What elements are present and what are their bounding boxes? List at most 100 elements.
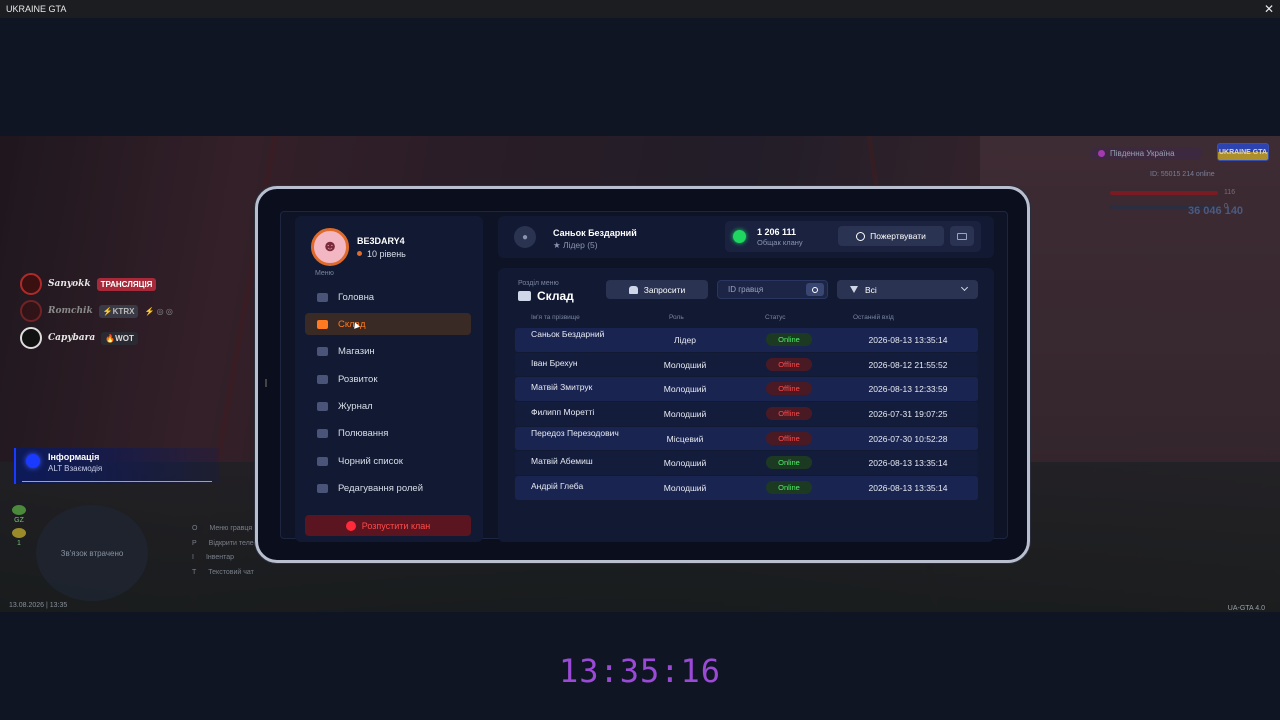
chevron-down-icon (960, 283, 969, 292)
health-row: 116 (1110, 189, 1235, 203)
table-row[interactable]: Матвій Змитрук Молодший Offline 2026-08-… (515, 377, 978, 401)
section-title: Склад (518, 289, 574, 303)
member-role: Молодший (663, 458, 707, 469)
menu-caption: Меню (315, 270, 334, 277)
sidebar-item-development[interactable]: Розвиток (305, 368, 471, 390)
sidebar-item-shop[interactable]: Магазин (305, 341, 471, 363)
user-edit-icon (317, 484, 328, 494)
sidebar-item-label: Редагування ролей (338, 483, 424, 495)
key-action: Меню гравця (209, 525, 253, 532)
avatar (20, 327, 42, 349)
profile-name: BE3DARY4 (357, 235, 405, 246)
gz-icon (12, 505, 26, 515)
window-titlebar: UKRAINE GTA ✕ (0, 0, 1280, 18)
table-row[interactable]: Андрій Глеба Молодший Online 2026-08-13 … (515, 476, 978, 500)
table-row[interactable]: Филипп Моретті Молодший Offline 2026-07-… (515, 402, 978, 426)
status-badge: Offline (766, 407, 812, 421)
table-row[interactable]: Саньок Бездарний Лідер Online 2026-08-13… (515, 328, 978, 352)
profile: ☻ BE3DARY4 10 рівень (311, 228, 406, 266)
minimap: Зв'язок втрачено (36, 505, 148, 601)
voice-name: Sanyokk (48, 279, 91, 289)
section-caption: Розділ меню (518, 280, 559, 287)
sidebar-item-hunting[interactable]: Полювання (305, 423, 471, 445)
avatar: ☻ (311, 228, 349, 266)
member-role: Місцевий (666, 433, 704, 444)
sidebar-item-edit-roles[interactable]: Редагування ролей (305, 478, 471, 500)
player-id-input[interactable] (718, 281, 803, 298)
key-hint: T Текстовий чат (192, 569, 267, 584)
player-id-line: ID: 55015 214 online (1150, 171, 1215, 178)
chart-icon (317, 374, 328, 384)
sidebar-item-label: Розвиток (338, 373, 378, 385)
status-badge: Offline (766, 431, 812, 445)
avatar (20, 300, 42, 322)
sidebar-item-blacklist[interactable]: Чорний список (305, 450, 471, 472)
sidebar-menu: Головна Склад Магазин Розвиток Журнал По… (305, 286, 471, 505)
clan-balance: 1 206 111 Общак клану Пожертвувати (725, 221, 981, 252)
key-label: I (192, 554, 194, 561)
key-label: O (192, 525, 198, 532)
wallet-button[interactable] (950, 226, 974, 246)
plus-circle-icon (856, 231, 866, 241)
key-action: Текстовий чат (208, 568, 254, 576)
voice-row: Romchik ⚡KTRX ⚡ ◎ ◎ (20, 298, 173, 324)
status-badge: Online (766, 481, 812, 495)
voice-chat-list: Sanyokk ТРАНСЛЯЦІЯ Romchik ⚡KTRX ⚡ ◎ ◎ C… (20, 271, 173, 352)
sidebar-item-label: Головна (338, 291, 375, 303)
donate-button[interactable]: Пожертвувати (838, 226, 944, 246)
voice-badge: ТРАНСЛЯЦІЯ (96, 277, 157, 291)
user-plus-icon (628, 285, 638, 294)
balance-amount: 1 206 111 (757, 227, 797, 237)
voice-name: Capybara (48, 333, 96, 343)
member-name: Саньок Бездарний (531, 329, 605, 339)
invite-button[interactable]: Запросити (606, 280, 708, 299)
sidebar: ☻ BE3DARY4 10 рівень Меню Головна Склад … (295, 216, 483, 542)
health-value: 116 (1224, 189, 1236, 196)
home-icon (317, 292, 328, 302)
health-bar (1110, 190, 1218, 195)
voice-name: Romchik (48, 306, 93, 316)
clock: 13:35:16 (558, 652, 722, 690)
member-role: Молодший (663, 359, 707, 370)
table-row[interactable]: Іван Брехун Молодший Offline 2026-08-12 … (515, 352, 978, 377)
member-last-login: 2026-08-13 13:35:14 (868, 458, 948, 469)
member-last-login: 2026-07-31 19:07:25 (868, 409, 948, 420)
gz-count: 1 (17, 540, 21, 547)
group-icon (518, 291, 531, 301)
gz-indicator: GZ 1 (10, 505, 28, 547)
block-icon (317, 456, 328, 466)
gz-label: GZ (14, 517, 24, 524)
key-label: P (192, 539, 197, 547)
voice-row: Capybara 🔥WOT (20, 325, 173, 351)
member-name: Матвій Змитрук (531, 382, 593, 393)
sidebar-item-home[interactable]: Головна (305, 286, 471, 308)
close-icon[interactable]: ✕ (1264, 3, 1274, 15)
status-badge: Offline (766, 357, 812, 371)
version-label: UA-GTA 4.0 (1227, 605, 1265, 612)
info-notification: Інформація ALT Взаємодія (14, 448, 219, 484)
group-icon (317, 319, 328, 329)
sidebar-item-storage[interactable]: Склад (305, 313, 471, 336)
member-role: Молодший (663, 384, 707, 395)
member-name: Передоз Перезодович (531, 427, 619, 438)
sidebar-item-label: Полювання (338, 428, 389, 440)
column-header-name: Ім'я та прізвище (531, 314, 580, 321)
member-name: Іван Брехун (531, 357, 578, 368)
search-button[interactable] (806, 283, 824, 296)
member-last-login: 2026-08-13 13:35:14 (868, 335, 948, 345)
member-last-login: 2026-08-13 13:35:14 (868, 483, 948, 494)
role-filter-select[interactable]: Всі (837, 280, 978, 299)
tablet-screen: ☻ BE3DARY4 10 рівень Меню Головна Склад … (280, 211, 1008, 542)
status-badge: Online (766, 456, 812, 470)
member-role: Лідер (674, 335, 696, 345)
warning-icon (345, 520, 356, 531)
datestamp: 13.08.2026 | 13:35 (9, 602, 68, 609)
sidebar-item-label: Чорний список (338, 455, 403, 467)
sidebar-item-journal[interactable]: Журнал (305, 396, 471, 418)
table-row[interactable]: Передоз Перезодович Місцевий Offline 202… (515, 426, 978, 451)
level-dot-icon (357, 251, 362, 256)
member-name: Матвій Абемиш (531, 456, 593, 467)
table-row[interactable]: Матвій Абемиш Молодший Online 2026-08-13… (515, 451, 978, 475)
disband-clan-button[interactable]: Розпустити клан (305, 515, 471, 536)
filter-value: Всі (865, 284, 877, 295)
